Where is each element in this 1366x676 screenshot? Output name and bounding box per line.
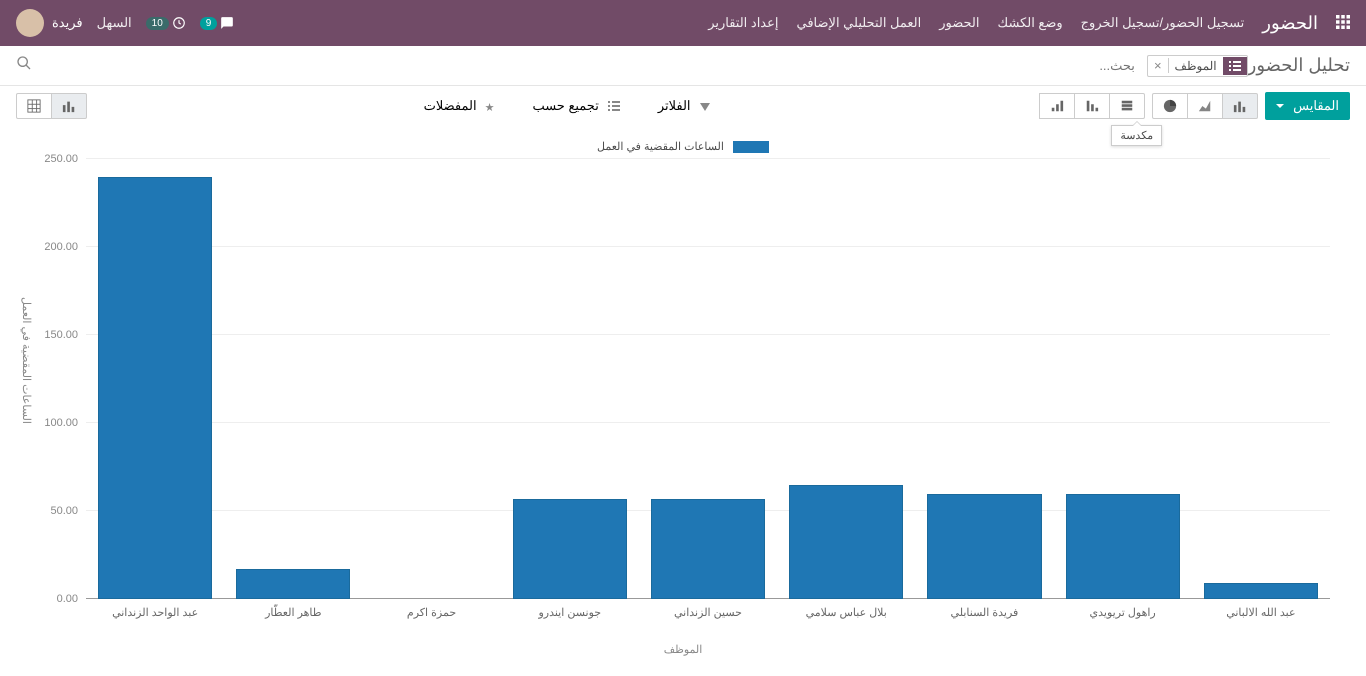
apps-icon[interactable]	[1336, 13, 1350, 34]
bar[interactable]	[236, 569, 350, 599]
messages-button[interactable]: 9	[200, 16, 235, 30]
chart-type-group	[1152, 93, 1257, 119]
topbar: الحضور تسجيل الحضور/تسجيل الخروج وضع الك…	[0, 0, 1366, 46]
gridline	[86, 422, 1330, 423]
bar-slot	[86, 177, 224, 599]
nav-kiosk[interactable]: وضع الكشك	[998, 15, 1063, 31]
bar[interactable]	[98, 177, 212, 599]
graph-view-button[interactable]	[51, 93, 87, 119]
gridline	[86, 158, 1330, 159]
x-label: بلال عباس سلامي	[777, 602, 915, 623]
search-icon[interactable]	[16, 55, 32, 76]
measures-button[interactable]: المقايس	[1265, 92, 1350, 120]
stacked-tooltip: مكدسة	[1111, 125, 1162, 146]
user-menu[interactable]: فريدة	[16, 9, 83, 37]
nav-analytic[interactable]: العمل التحليلي الإضافي	[797, 15, 922, 31]
gridline	[86, 246, 1330, 247]
bar-slot	[1192, 583, 1330, 599]
x-axis: عبد الواحد الزندانيطاهر العطّارحمزة اكرم…	[86, 602, 1330, 623]
bar[interactable]	[927, 494, 1041, 600]
facet-list-icon	[1223, 57, 1247, 75]
x-label: فريدة السنابلي	[915, 602, 1053, 623]
chart-area: الساعات المقضية في العمل 0.0050.00100.00…	[86, 159, 1330, 619]
filters-button[interactable]: الفلاتر	[648, 93, 720, 119]
messages-count: 9	[200, 17, 218, 30]
y-axis-title: الساعات المقضية في العمل	[20, 297, 33, 424]
x-label: عبد الواحد الزنداني	[86, 602, 224, 623]
y-tick: 250.00	[44, 153, 78, 165]
pie-chart-button[interactable]	[1152, 93, 1188, 119]
groupby-button[interactable]: تجميع حسب	[522, 93, 629, 119]
avatar	[16, 9, 44, 37]
nav-reporting[interactable]: إعداد التقارير	[708, 15, 778, 31]
activities-button[interactable]: 10	[146, 16, 186, 30]
bar-slot	[501, 499, 639, 599]
bar[interactable]	[789, 485, 903, 599]
x-label: راهول تريويدي	[1054, 602, 1192, 623]
y-axis: 0.0050.00100.00150.00200.00250.00	[36, 159, 86, 599]
legend-swatch	[733, 141, 769, 153]
y-tick: 100.00	[44, 417, 78, 429]
x-label: جونسن ايندرو	[501, 602, 639, 623]
pivot-view-button[interactable]	[16, 93, 52, 119]
bar-slot	[1054, 494, 1192, 600]
y-tick: 0.00	[57, 593, 78, 605]
user-name: فريدة	[52, 15, 83, 31]
bar-chart-button[interactable]	[1222, 93, 1258, 119]
bar-slot	[639, 499, 777, 599]
facet-label: الموظف	[1169, 56, 1223, 76]
x-axis-title: الموظف	[16, 643, 1350, 656]
x-label: حسين الزنداني	[639, 602, 777, 623]
app-title: الحضور	[1262, 13, 1318, 34]
funnel-icon	[696, 99, 710, 114]
legend-label: الساعات المقضية في العمل	[597, 141, 724, 153]
view-switcher	[16, 93, 86, 119]
bar[interactable]	[1204, 583, 1318, 599]
plot-area	[86, 159, 1330, 599]
control-bar: تحليل الحضور الموظف ×	[0, 46, 1366, 86]
bar[interactable]	[513, 499, 627, 599]
bar-slot	[224, 569, 362, 599]
nav-attendance[interactable]: الحضور	[939, 15, 979, 31]
sort-asc-button[interactable]	[1039, 93, 1075, 119]
bar[interactable]	[1066, 494, 1180, 600]
y-tick: 150.00	[44, 329, 78, 341]
search-facet: الموظف ×	[1147, 55, 1248, 77]
toolbar: المقايس مكدسة الفلاتر تجميع حسب	[0, 86, 1366, 130]
easy-toggle[interactable]: السهل	[97, 15, 132, 31]
search-input[interactable]	[943, 54, 1143, 77]
search-wrap: الموظف ×	[16, 54, 1248, 77]
bar-slot	[915, 494, 1053, 600]
filter-group: الفلاتر تجميع حسب المفضلات	[414, 93, 720, 119]
gridline	[86, 334, 1330, 335]
sort-desc-button[interactable]	[1074, 93, 1110, 119]
x-label: طاهر العطّار	[224, 602, 362, 623]
chart-container: الساعات المقضية في العمل الساعات المقضية…	[0, 130, 1366, 676]
x-label: عبد الله الالباني	[1192, 602, 1330, 623]
bar-slot	[777, 485, 915, 599]
activities-count: 10	[146, 17, 169, 30]
bar[interactable]	[651, 499, 765, 599]
star-icon	[482, 99, 495, 114]
line-chart-button[interactable]	[1187, 93, 1223, 119]
chart-options-group: مكدسة	[1039, 93, 1144, 119]
stacked-button[interactable]	[1109, 93, 1145, 119]
nav-checkin[interactable]: تسجيل الحضور/تسجيل الخروج	[1081, 15, 1245, 31]
favorites-button[interactable]: المفضلات	[414, 93, 505, 119]
y-tick: 200.00	[44, 241, 78, 253]
y-tick: 50.00	[50, 505, 78, 517]
x-label: حمزة اكرم	[362, 602, 500, 623]
facet-remove[interactable]: ×	[1148, 58, 1169, 73]
page-title: تحليل الحضور	[1248, 55, 1350, 76]
